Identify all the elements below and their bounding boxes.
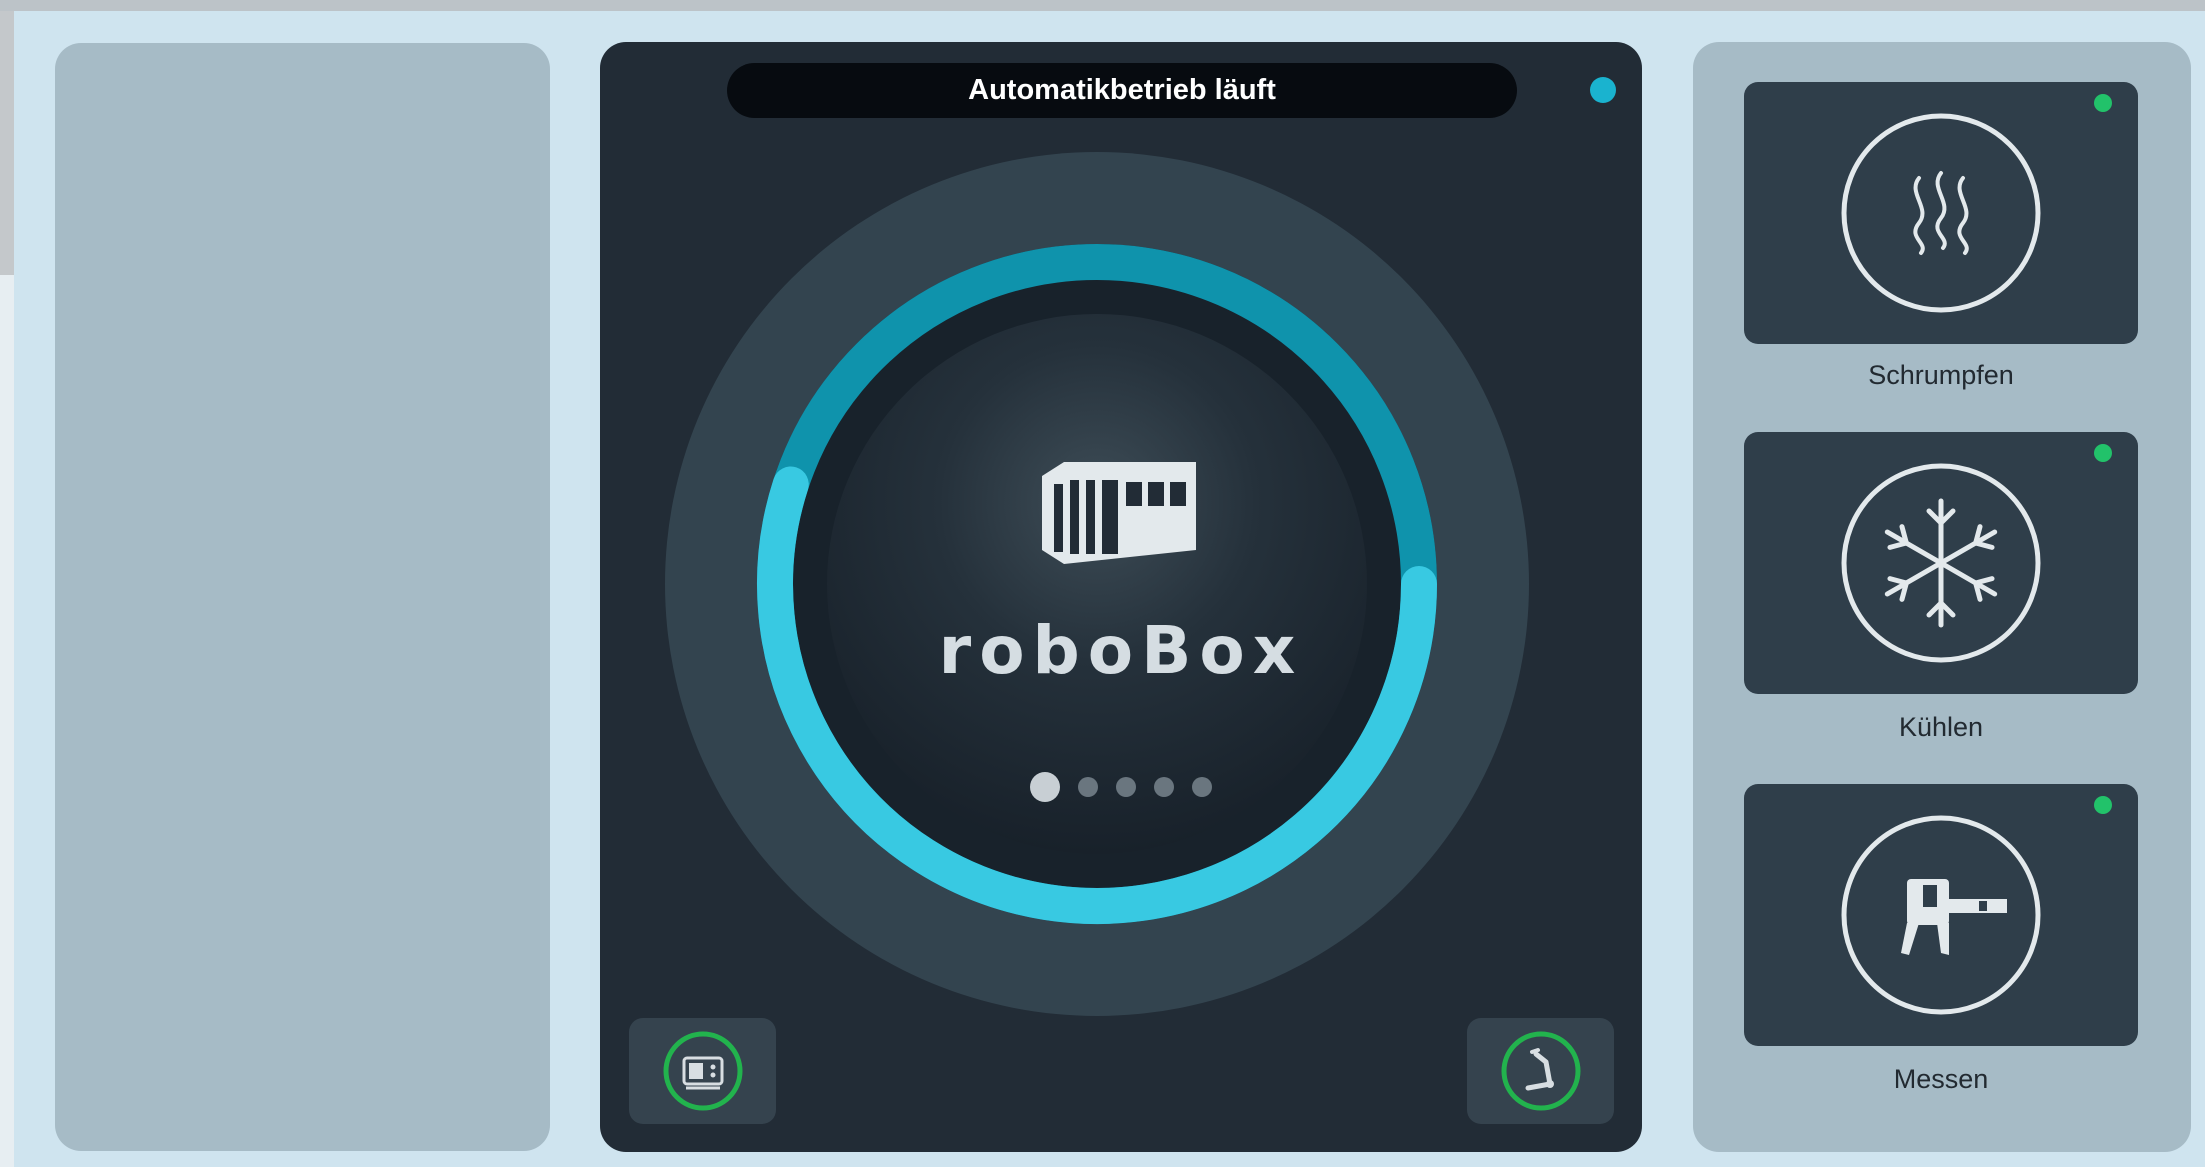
page-dot[interactable] bbox=[1192, 777, 1212, 797]
cabinet-button[interactable] bbox=[629, 1018, 776, 1124]
snowflake-icon bbox=[1841, 463, 2041, 663]
station-label: Schrumpfen bbox=[1868, 360, 2014, 390]
station-status-led bbox=[2094, 94, 2112, 112]
window-top-bar bbox=[0, 0, 2205, 11]
robot-arm-icon bbox=[1501, 1031, 1580, 1111]
page-dot[interactable] bbox=[1116, 777, 1136, 797]
heat-waves-icon bbox=[1841, 113, 2041, 313]
caliper-icon bbox=[1841, 815, 2041, 1015]
station-tile-messen[interactable] bbox=[1744, 784, 2138, 1046]
station-tile-kuehlen[interactable] bbox=[1744, 432, 2138, 694]
station-label: Kühlen bbox=[1898, 712, 1984, 742]
left-info-panel bbox=[55, 43, 550, 1151]
page-dot[interactable] bbox=[1154, 777, 1174, 797]
page-dot[interactable] bbox=[1078, 777, 1098, 797]
page-dot[interactable] bbox=[1030, 772, 1060, 802]
station-status-led bbox=[2094, 796, 2112, 814]
progress-dial[interactable] bbox=[600, 42, 1642, 1152]
brand-logo-text: roboBox bbox=[938, 612, 1304, 689]
window-left-edge bbox=[0, 11, 14, 1167]
cabinet-icon bbox=[663, 1031, 742, 1111]
station-tile-schrumpfen[interactable] bbox=[1744, 82, 2138, 344]
page-indicator bbox=[1030, 772, 1230, 802]
station-label: Messen bbox=[1893, 1064, 1989, 1094]
main-control-panel: Automatikbetrieb läuft roboBox bbox=[600, 42, 1642, 1152]
station-status-led bbox=[2094, 444, 2112, 462]
robot-arm-button[interactable] bbox=[1467, 1018, 1614, 1124]
container-icon bbox=[1042, 462, 1196, 564]
station-panel: Schrumpfen Kühlen Messen bbox=[1693, 42, 2191, 1152]
